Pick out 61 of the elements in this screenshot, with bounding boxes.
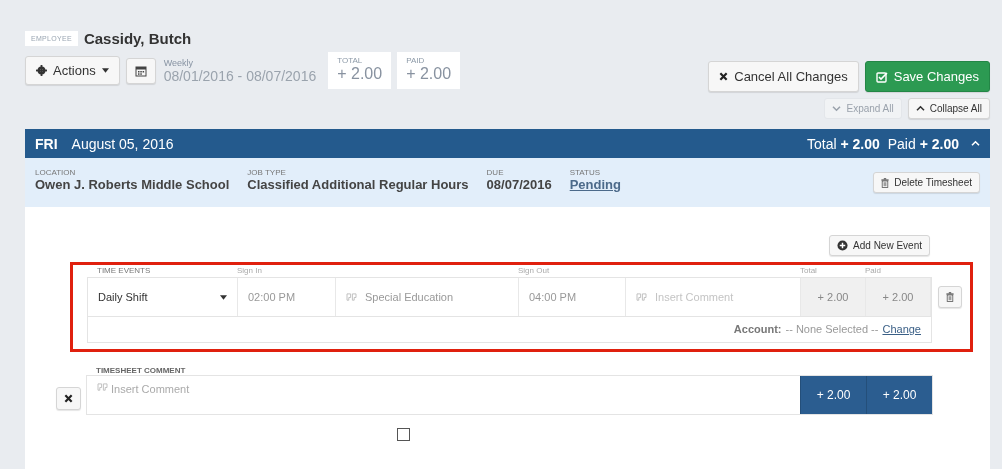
paid-cell: + 2.00 — [866, 278, 931, 316]
total-label: TOTAL — [337, 56, 364, 65]
chevron-up-icon[interactable] — [971, 140, 980, 147]
plus-icon — [837, 240, 849, 251]
trash-icon — [881, 177, 890, 188]
comment-field[interactable]: Insert Comment — [655, 291, 785, 303]
field-label: STATUS — [569, 168, 602, 177]
field-value: 08/07/2016 — [486, 177, 552, 192]
cancel-button[interactable]: Cancel All Changes — [708, 61, 859, 92]
close-icon — [719, 72, 729, 81]
status-link[interactable]: Pending — [569, 177, 621, 192]
gear-icon — [36, 65, 47, 76]
period-range: 08/01/2016 - 08/07/2016 — [163, 67, 317, 84]
trash-icon — [946, 292, 954, 302]
field-value: Classified Additional Regular Hours — [247, 177, 469, 192]
change-link[interactable]: Change — [882, 323, 921, 335]
close-icon — [64, 394, 73, 403]
actions-button[interactable]: Actions — [25, 56, 120, 85]
total-value: + 2.00 — [406, 65, 452, 83]
field-label: JOB TYPE — [247, 168, 287, 177]
field-label: LOCATION — [35, 168, 77, 177]
total-value: + 2.00 — [337, 65, 383, 83]
total-label: PAID — [406, 56, 426, 65]
delete-event-button[interactable] — [938, 286, 962, 308]
column-header: Total — [800, 266, 818, 275]
remove-button[interactable] — [56, 387, 81, 410]
field-label: DUE — [486, 168, 505, 177]
column-header: Paid — [865, 266, 882, 275]
field-value: Owen J. Roberts Middle School — [35, 177, 230, 192]
delete-timesheet-button[interactable]: Delete Timesheet — [873, 172, 980, 193]
comment-paid: + 2.00 — [866, 376, 932, 414]
calendar-icon — [134, 64, 147, 77]
account-value: -- None Selected -- — [785, 323, 879, 335]
comment-total: + 2.00 — [800, 376, 866, 414]
chevron-down-icon — [832, 105, 842, 112]
caret-icon — [101, 68, 109, 73]
quote-icon — [97, 383, 108, 392]
calendar-button[interactable] — [125, 57, 156, 84]
collapse-all-button[interactable]: Collapse All — [907, 98, 990, 119]
total-cell: + 2.00 — [801, 278, 866, 316]
event-type-select[interactable]: Daily Shift — [88, 278, 238, 316]
column-header: TIME EVENTS — [96, 266, 152, 275]
day-paid: Paid + 2.00 — [887, 135, 959, 152]
checkbox-icon — [875, 70, 888, 83]
weekday: FRI — [35, 135, 58, 152]
save-button[interactable]: Save Changes — [864, 61, 990, 92]
day-total: Total + 2.00 — [806, 135, 880, 152]
employee-name: Cassidy, Butch — [83, 30, 192, 47]
chevron-up-icon — [915, 105, 925, 112]
period-label: Weekly — [163, 57, 194, 68]
add-event-button[interactable]: Add New Event — [829, 235, 930, 256]
comment-label: TIMESHEET COMMENT — [95, 366, 187, 375]
comment-field[interactable]: Insert Comment — [111, 383, 311, 395]
quote-icon — [346, 292, 357, 302]
caret-icon — [220, 294, 227, 300]
checkbox[interactable] — [397, 428, 410, 441]
column-header: Sign Out — [518, 266, 551, 275]
day-date: August 05, 2016 — [71, 135, 174, 152]
column-header: Sign In — [237, 266, 263, 275]
quote-icon — [636, 292, 647, 302]
account-label: Account: — [733, 323, 782, 335]
